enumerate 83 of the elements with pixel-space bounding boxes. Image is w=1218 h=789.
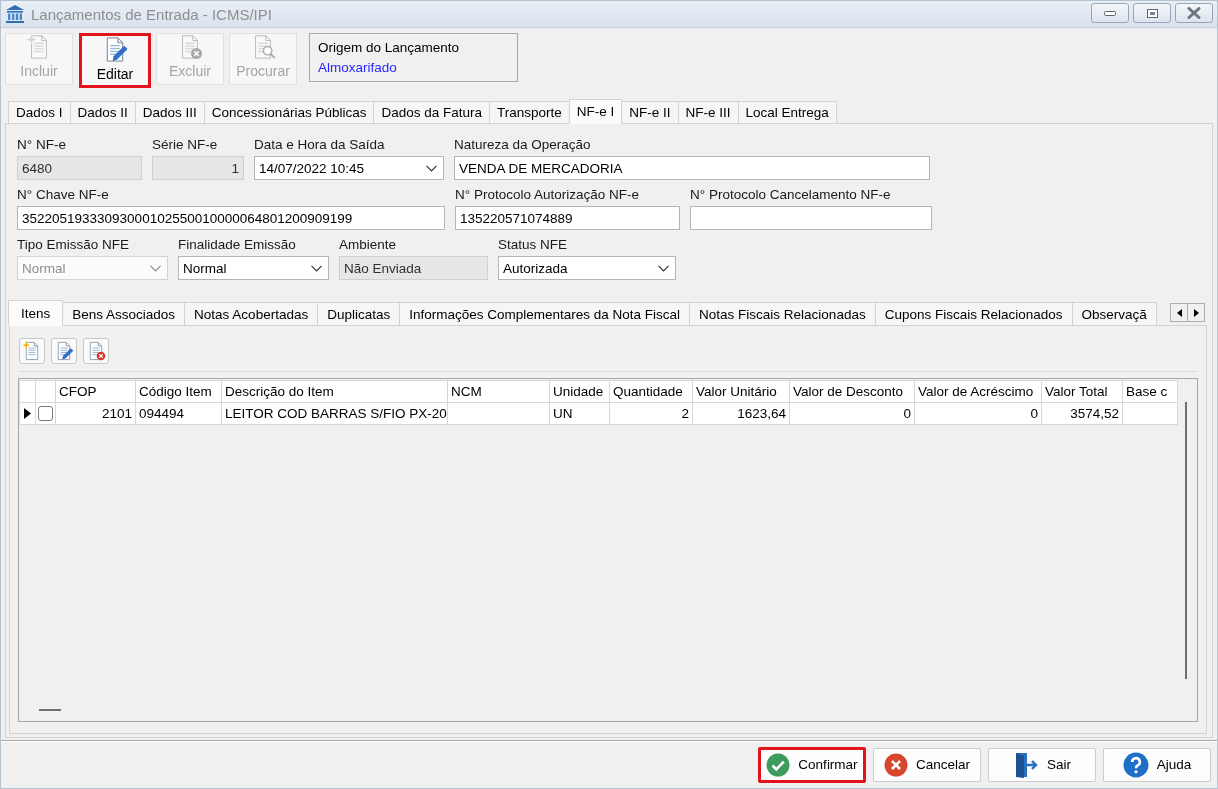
text-field[interactable] (690, 206, 932, 230)
dropdown[interactable]: Autorizada (498, 256, 676, 280)
footer-button[interactable]: Sair (988, 747, 1096, 782)
field-label: N° Protocolo Cancelamento NF-e (690, 187, 892, 204)
edit-item-button[interactable] (51, 337, 77, 364)
column-header: Descrição do Item (221, 380, 448, 403)
tab[interactable]: Dados III (134, 101, 205, 123)
field-label: N° Chave NF-e (17, 187, 110, 204)
field-label: Finalidade Emissão (178, 237, 297, 254)
footer-button[interactable]: Ajuda (1103, 747, 1211, 782)
question-circle-icon (1122, 751, 1149, 778)
tab[interactable]: Notas Fiscais Relacionadas (689, 302, 876, 325)
scrollbar-thumb[interactable] (1184, 402, 1187, 679)
window-title: Lançamentos de Entrada - ICMS/IPI (31, 5, 272, 23)
origin-value: Almoxarifado (318, 60, 398, 75)
tab[interactable]: Notas Acobertadas (184, 302, 319, 325)
tab[interactable]: Local Entrega (737, 101, 837, 123)
text-field[interactable]: 35220519333093000102550010000064801200909199 (17, 206, 445, 230)
readonly-field[interactable]: 1 (152, 156, 244, 180)
close-icon (1187, 7, 1201, 19)
column-header: Valor de Acréscimo (914, 380, 1042, 403)
table-cell: LEITOR COD BARRAS S/FIO PX-20 (221, 402, 448, 425)
close-button[interactable] (1175, 3, 1213, 23)
scroll-left-button[interactable] (1170, 303, 1188, 322)
triangle-left-icon (1176, 308, 1182, 317)
building-columns-icon (5, 4, 25, 24)
tab[interactable]: NF-e I (568, 99, 623, 124)
readonly-field[interactable]: Não Enviada (339, 256, 488, 280)
x-circle-icon (884, 752, 908, 777)
column-header: Valor de Desconto (789, 380, 915, 403)
column-header: Código Item (135, 380, 222, 403)
field-label: Série NF-e (152, 137, 219, 154)
column-header: Quantidade (609, 380, 693, 403)
chevron-down-icon (426, 164, 437, 172)
column-header: Unidade (549, 380, 610, 403)
triangle-right-icon (1193, 308, 1199, 317)
text-field[interactable]: 135220571074889 (455, 206, 680, 230)
tab[interactable]: Cupons Fiscais Relacionados (874, 302, 1073, 325)
column-header: Valor Total (1041, 380, 1123, 403)
delete-item-button[interactable] (83, 337, 109, 364)
chevron-down-icon (150, 264, 161, 272)
maximize-icon (1146, 8, 1158, 18)
footer-button[interactable]: Confirmar (758, 746, 866, 783)
column-header: Valor Unitário (692, 380, 790, 403)
tab[interactable]: Dados II (69, 101, 136, 123)
tab[interactable]: Observaçã (1071, 302, 1157, 325)
tab[interactable]: Itens (8, 300, 64, 326)
text-field[interactable]: VENDA DE MERCADORIA (454, 156, 930, 180)
field-label: Status NFE (498, 237, 569, 254)
footer-button[interactable]: Cancelar (873, 747, 981, 782)
field-label: N° Protocolo Autorização NF-e (455, 187, 640, 204)
tab[interactable]: Transporte (489, 101, 570, 123)
column-header: CFOP (55, 380, 136, 403)
column-header: Base c (1122, 380, 1178, 403)
tab[interactable]: Informações Complementares da Nota Fiscal (399, 302, 691, 325)
tab[interactable]: Bens Associados (62, 302, 186, 325)
checkbox[interactable] (38, 406, 53, 422)
column-header: NCM (447, 380, 550, 403)
minimize-icon (1104, 10, 1116, 16)
door-arrow-icon (1013, 751, 1039, 778)
field-label: Ambiente (339, 237, 398, 254)
chevron-down-icon (311, 264, 322, 272)
tab[interactable]: Concessionárias Públicas (203, 101, 375, 123)
dropdown[interactable]: 14/07/2022 10:45 (254, 156, 444, 180)
tab[interactable]: Dados I (8, 101, 71, 123)
chevron-down-icon (658, 264, 669, 272)
group-label: Origem do Lançamento (318, 40, 461, 55)
tab[interactable]: NF-e III (677, 101, 739, 123)
check-circle-icon (766, 752, 791, 777)
maximize-button[interactable] (1133, 3, 1171, 23)
tab[interactable]: Duplicatas (317, 302, 401, 325)
field-label: N° NF-e (17, 137, 67, 154)
tab[interactable]: Dados da Fatura (373, 101, 490, 123)
field-label: Natureza da Operação (454, 137, 592, 154)
minimize-button[interactable] (1091, 3, 1129, 23)
toolbar-button[interactable]: Editar (79, 33, 151, 88)
scrollbar-thumb[interactable] (39, 709, 61, 711)
field-label: Data e Hora da Saída (254, 137, 386, 154)
dropdown[interactable]: Normal (178, 256, 329, 280)
scroll-right-button[interactable] (1187, 303, 1205, 322)
readonly-field[interactable]: 6480 (17, 156, 142, 180)
tab[interactable]: NF-e II (621, 101, 679, 123)
field-label: Tipo Emissão NFE (17, 237, 131, 254)
